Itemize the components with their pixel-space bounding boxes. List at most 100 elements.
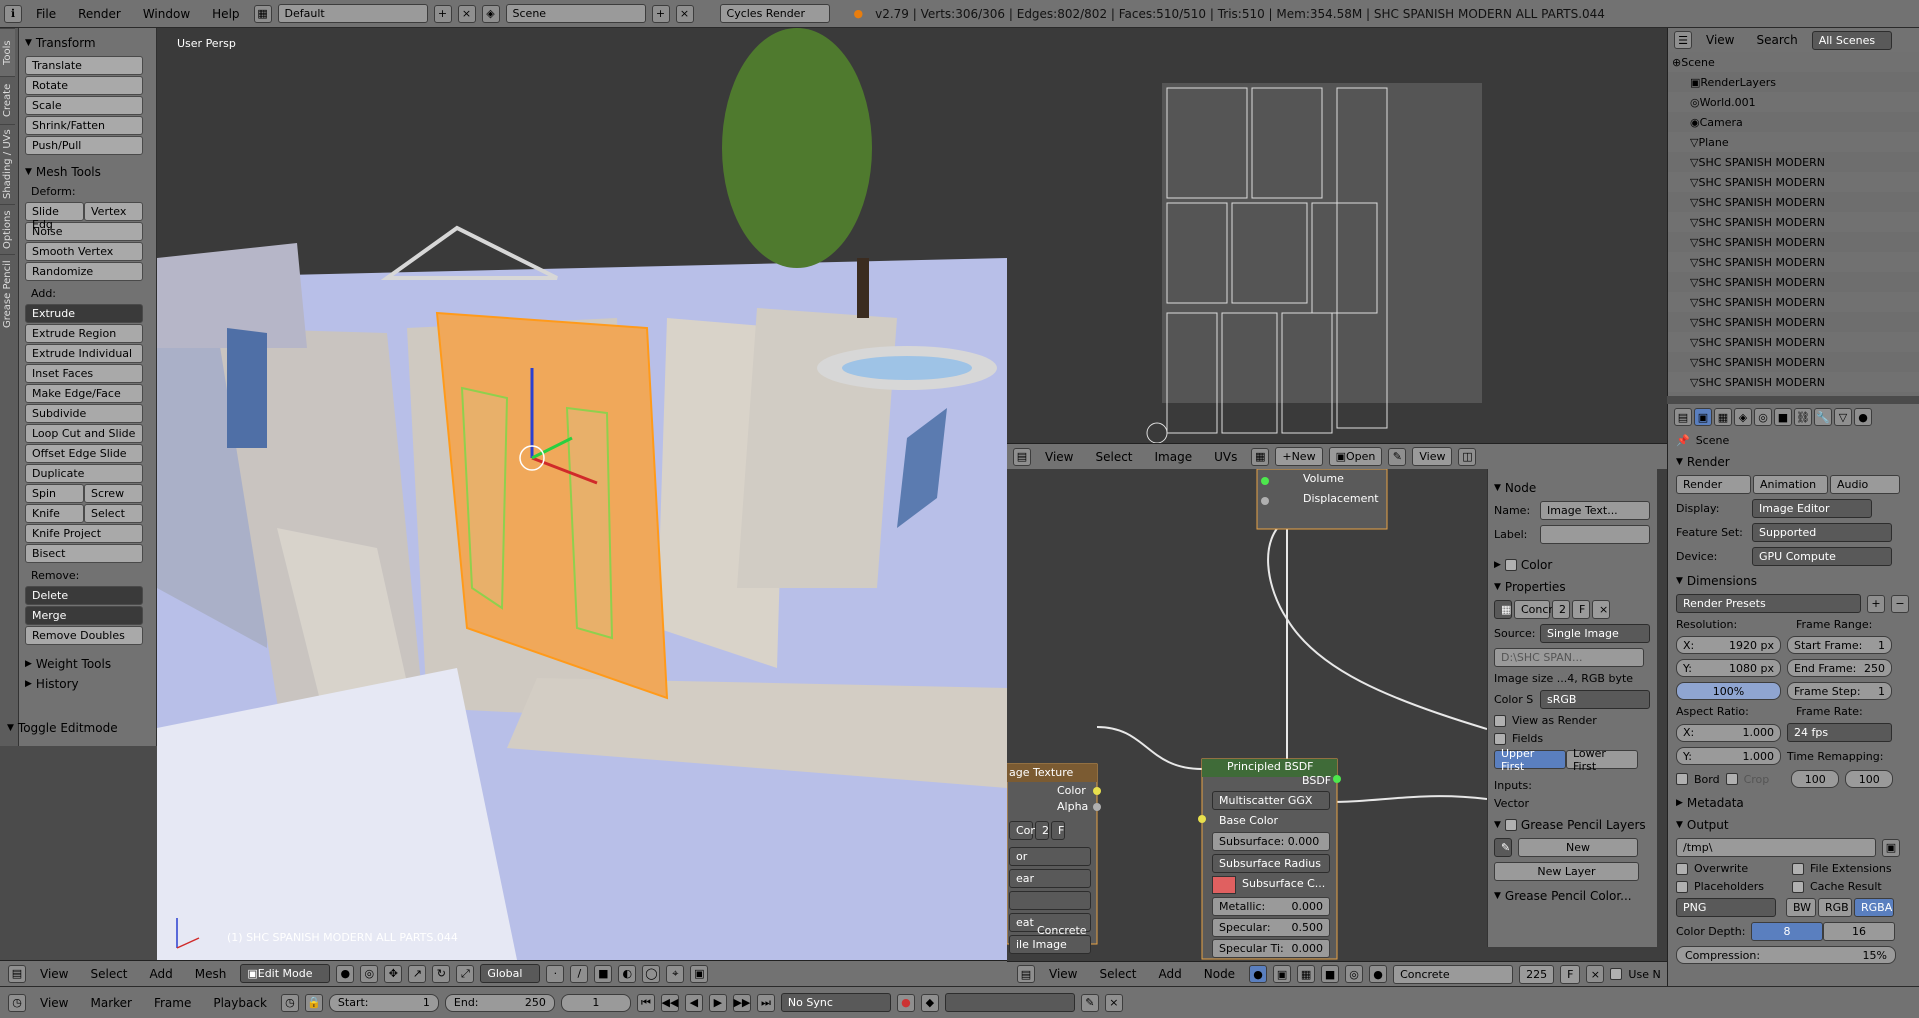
modifiers-tab-icon[interactable]: 🔧 [1814,408,1832,426]
constraints-tab-icon[interactable]: ⛓ [1794,408,1812,426]
make-edge-face-button[interactable]: Make Edge/Face [25,384,143,403]
new-image-button[interactable]: + New [1275,447,1323,466]
menu-view[interactable]: View [32,967,76,981]
material-tab-icon[interactable]: ● [1854,408,1872,426]
menu-help[interactable]: Help [204,7,247,21]
outliner-row-world[interactable]: ◎ World.001 [1668,92,1919,112]
bisect-button[interactable]: Bisect [25,544,143,563]
add-scene-icon[interactable]: + [651,4,670,23]
uv-image-editor[interactable] [1007,28,1667,443]
image-users-field[interactable]: 2 [1035,821,1049,840]
audio-button[interactable]: Audio [1830,475,1900,494]
grease-pencil-panel-header[interactable]: ▼ Grease Pencil Layers [1494,818,1651,832]
menu-view[interactable]: View [1037,450,1081,464]
menu-marker[interactable]: Marker [82,996,139,1010]
material-browse-icon[interactable]: ● [1369,965,1388,983]
remap-new-field[interactable]: 100 [1845,770,1894,788]
editor-type-icon[interactable]: ▤ [1013,447,1031,466]
menu-select[interactable]: Select [1091,967,1144,981]
volume-socket[interactable] [1261,477,1269,485]
spin-button[interactable]: Spin [25,484,84,503]
extrude-individual-button[interactable]: Extrude Individual [25,344,143,363]
bsdf-socket[interactable] [1333,775,1341,783]
snap-icon[interactable]: ◫ [1458,447,1477,466]
editor-type-icon[interactable]: ◷ [8,993,26,1012]
offset-edge-slide-button[interactable]: Offset Edge Slide [25,444,143,463]
object-tab-icon[interactable]: ■ [1774,408,1792,426]
snap-icon[interactable]: ⌖ [666,964,685,983]
render-button[interactable]: Render [1676,475,1751,494]
grease-pencil-checkbox[interactable] [1504,819,1517,831]
source-select[interactable]: Single Image [1540,624,1650,643]
cache-result-checkbox[interactable] [1792,880,1804,893]
menu-render[interactable]: Render [70,7,129,21]
manipulator-icon[interactable]: ✥ [384,964,403,983]
compositing-nodes-icon[interactable]: ▣ [1273,965,1292,983]
world-icon[interactable]: ◎ [1345,965,1364,983]
scale-button[interactable]: Scale [25,96,143,115]
menu-playback[interactable]: Playback [205,996,275,1010]
texture-nodes-icon[interactable]: ▦ [1297,965,1316,983]
play-reverse-icon[interactable]: ◀ [684,993,703,1012]
resolution-y-field[interactable]: Y: 1080 px [1676,659,1781,677]
rotate-button[interactable]: Rotate [25,76,143,95]
render-panel-header[interactable]: ▼ Render [1676,455,1911,469]
rotate-manipulator-icon[interactable]: ↻ [432,964,451,983]
end-frame-field[interactable]: End: 250 [444,993,555,1012]
current-frame-field[interactable]: 1 [560,993,631,1012]
layout-field[interactable]: Default [277,4,428,23]
image-users-count[interactable]: 2 [1552,600,1570,619]
color-checkbox[interactable] [1504,559,1517,571]
dimensions-panel-header[interactable]: ▼ Dimensions [1676,574,1911,588]
grease-pencil-colors-header[interactable]: ▼ Grease Pencil Color... [1494,889,1651,903]
interaction-mode-select[interactable]: ▣ Edit Mode [240,964,331,983]
depth-16-button[interactable]: 16 [1823,922,1895,941]
scale-manipulator-icon[interactable]: ⤢ [456,964,475,983]
view-mode-select[interactable]: View [1412,447,1453,466]
menu-window[interactable]: Window [135,7,198,21]
inset-faces-button[interactable]: Inset Faces [25,364,143,383]
duplicate-button[interactable]: Duplicate [25,464,143,483]
render-layers-tab-icon[interactable]: ▦ [1714,408,1732,426]
render-tab-icon[interactable]: ▣ [1694,408,1712,426]
menu-mesh[interactable]: Mesh [187,967,235,981]
rgb-button[interactable]: RGB [1818,898,1852,917]
editor-type-icon[interactable]: ☰ [1674,31,1692,49]
specular-tint-field[interactable]: Specular Ti: 0.000 [1212,939,1330,958]
render-preview-icon[interactable]: ▣ [690,964,709,983]
vertex-slide-button[interactable]: Vertex [84,202,143,221]
upper-first-button[interactable]: Upper First [1494,747,1566,773]
use-nodes-checkbox[interactable] [1610,968,1623,980]
crop-checkbox[interactable] [1725,773,1738,785]
keying-set-icon[interactable]: ◆ [920,993,939,1012]
alpha-socket[interactable] [1093,803,1101,811]
outliner-row-object[interactable]: ▽ SHC SPANISH MODERN [1668,272,1919,292]
lower-first-button[interactable]: Lower First [1566,747,1638,773]
interpolation-select[interactable]: ear [1009,869,1091,888]
outliner-row-object[interactable]: ▽ SHC SPANISH MODERN [1668,172,1919,192]
distribution-select[interactable]: Multiscatter GGX [1212,791,1330,810]
node-name-field[interactable]: Image Text... [1540,501,1650,520]
editor-type-icon[interactable]: ▤ [8,964,26,983]
info-icon[interactable]: ℹ [4,4,22,23]
depth-8-button[interactable]: 8 [1751,922,1823,941]
render-engine-select[interactable]: Cycles Render [719,4,830,23]
base-color-socket[interactable] [1198,815,1206,823]
image-datablock-field[interactable]: Concr [1514,600,1553,619]
new-grease-pencil-button[interactable]: New [1518,838,1638,857]
scene-pin-icon[interactable]: 📌 [1676,434,1690,447]
pin-icon[interactable]: ✎ [1388,447,1407,466]
metadata-panel-header[interactable]: ▶ Metadata [1676,796,1911,810]
menu-add[interactable]: Add [1151,967,1190,981]
extrude-region-button[interactable]: Extrude Region [25,324,143,343]
menu-frame[interactable]: Frame [146,996,199,1010]
placeholders-checkbox[interactable] [1676,880,1688,893]
outliner-row-object[interactable]: ▽ SHC SPANISH MODERN [1668,372,1919,392]
specular-field[interactable]: Specular: 0.500 [1212,918,1330,937]
render-presets-select[interactable]: Render Presets [1676,594,1861,613]
editor-type-icon[interactable]: ▤ [1017,965,1035,983]
next-keyframe-icon[interactable]: ▶▶ [732,993,751,1012]
device-select[interactable]: GPU Compute [1752,547,1892,566]
material-fake-user[interactable]: F [1560,964,1581,984]
folder-icon[interactable]: ▣ [1882,838,1900,857]
